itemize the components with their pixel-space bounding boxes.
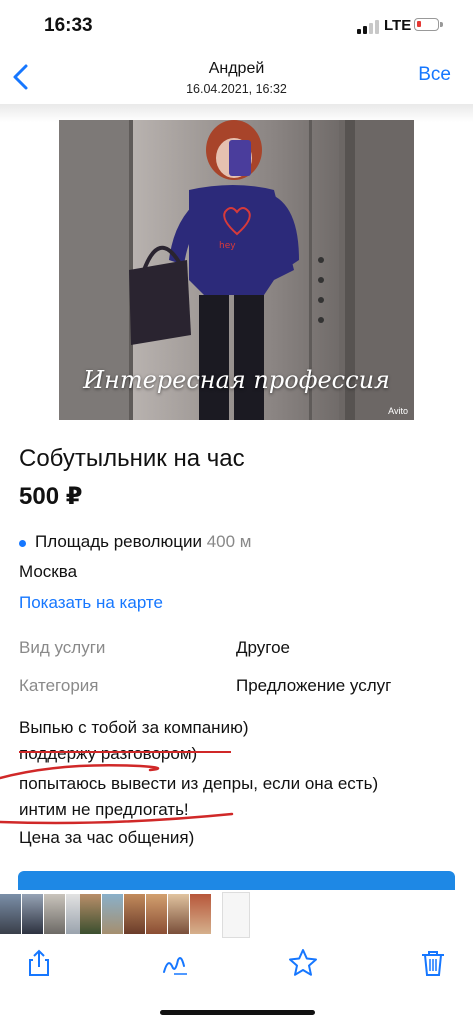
thumbnail[interactable] (0, 894, 21, 934)
description-line: Выпью с тобой за компанию) (19, 718, 249, 737)
svg-text:hey: hey (219, 241, 236, 251)
param-label-service-type: Вид услуги (19, 638, 106, 657)
status-bar: 16:33 LTE (0, 0, 473, 52)
param-label-category: Категория (19, 676, 99, 695)
metro-dot-icon (19, 540, 26, 547)
metro-station: Площадь революции 400 м (35, 532, 251, 552)
home-indicator (160, 1010, 315, 1015)
sender-name: Андрей (208, 60, 265, 77)
thumbnail[interactable] (102, 894, 123, 934)
markup-icon[interactable] (160, 948, 190, 978)
listing-photo[interactable]: hey Интересная профессия Avito (59, 120, 414, 420)
all-photos-button[interactable]: Все (418, 64, 451, 86)
thumbnail-strip (0, 890, 473, 938)
battery-icon (414, 18, 443, 31)
nav-bar: Андрей 16.04.2021, 16:32 Все (0, 52, 473, 104)
metro-name: Площадь революции (35, 532, 202, 551)
thumbnail[interactable] (80, 894, 101, 934)
param-value-category: Предложение услуг (236, 676, 392, 695)
star-icon[interactable] (288, 948, 318, 978)
city: Москва (19, 562, 78, 581)
listing-screenshot: hey Интересная профессия Avito Собутыльн… (0, 104, 473, 890)
metro-distance: 400 м (206, 532, 252, 551)
trash-icon[interactable] (418, 948, 448, 978)
photo-caption: Интересная профессия (83, 366, 390, 394)
show-on-map-link[interactable]: Показать на карте (19, 593, 163, 613)
thumbnail-selected[interactable] (222, 892, 250, 938)
handdrawn-underline-annotation (0, 763, 234, 825)
param-value-service-type: Другое (236, 638, 291, 657)
listing-title: Собутыльник на час (19, 445, 245, 472)
network-label: LTE (384, 17, 412, 34)
thumbnail[interactable] (22, 894, 43, 934)
listing-price: 500 ₽ (19, 483, 83, 510)
thumbnail[interactable] (190, 894, 211, 934)
status-time: 16:33 (44, 15, 93, 36)
contact-button[interactable] (18, 871, 455, 890)
share-icon[interactable] (24, 948, 54, 978)
avito-watermark: Avito (388, 406, 408, 416)
thumbnail[interactable] (124, 894, 145, 934)
thumbnail[interactable] (44, 894, 65, 934)
message-date: 16.04.2021, 16:32 (186, 82, 287, 96)
thumbnail[interactable] (146, 894, 167, 934)
thumbnail[interactable] (168, 894, 189, 934)
signal-icon (357, 20, 379, 34)
